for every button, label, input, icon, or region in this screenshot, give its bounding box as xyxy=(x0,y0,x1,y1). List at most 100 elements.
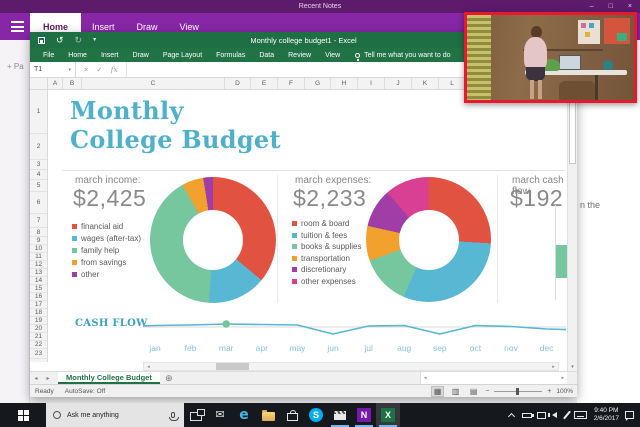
zoom-slider[interactable] xyxy=(494,387,542,396)
column-header-E[interactable]: E xyxy=(251,78,278,89)
redo-icon[interactable]: ↻ xyxy=(75,36,83,45)
column-header-C[interactable]: C xyxy=(82,78,225,89)
excel-button[interactable]: X xyxy=(376,403,400,427)
vertical-scrollbar[interactable] xyxy=(567,90,577,362)
volume-button[interactable] xyxy=(549,403,561,427)
minimize-icon[interactable]: – xyxy=(590,3,594,10)
page-layout-view-icon[interactable]: ▥ xyxy=(449,386,462,397)
column-header-L[interactable]: L xyxy=(439,78,466,89)
file-explorer-button[interactable] xyxy=(256,403,280,427)
start-button[interactable] xyxy=(0,403,46,427)
sheet-canvas[interactable]: Monthly College Budget march income: $2,… xyxy=(48,90,567,362)
sheet-tab[interactable]: Monthly College Budget xyxy=(58,372,160,384)
add-sheet-icon[interactable]: ⊕ xyxy=(160,372,178,384)
ribbon-tab-review[interactable]: Review xyxy=(281,52,318,59)
zoom-slider-thumb[interactable] xyxy=(516,388,519,395)
column-header-A[interactable]: A xyxy=(48,78,63,89)
expenses-donut-chart[interactable] xyxy=(366,177,491,302)
row-header-1[interactable]: 1 xyxy=(30,90,47,134)
column-header-J[interactable]: J xyxy=(385,78,412,89)
row-header-13[interactable]: 13 xyxy=(30,269,47,277)
row-header-22[interactable]: 22 xyxy=(30,341,47,349)
qat-dropdown-icon[interactable]: ▾ xyxy=(93,37,96,43)
display-button[interactable] xyxy=(535,403,549,427)
microphone-icon[interactable] xyxy=(171,412,175,418)
hscroll-right-icon[interactable]: ▸ xyxy=(561,375,564,381)
chart-scrollbar-track[interactable] xyxy=(153,363,549,370)
row-header-15[interactable]: 15 xyxy=(30,285,47,293)
save-icon[interactable] xyxy=(38,37,45,44)
row-header-2[interactable]: 2 xyxy=(30,134,47,160)
sheet-nav-right-icon[interactable]: ▸ xyxy=(42,372,54,384)
onenote-button[interactable]: N xyxy=(352,403,376,427)
clock[interactable]: 9:40 PM 2/6/2017 xyxy=(589,407,624,423)
row-header-21[interactable]: 21 xyxy=(30,333,47,341)
name-box-dropdown-icon[interactable]: ▾ xyxy=(68,67,71,73)
status-autosave[interactable]: AutoSave: Off xyxy=(65,388,105,395)
store-button[interactable] xyxy=(280,403,304,427)
row-header-12[interactable]: 12 xyxy=(30,261,47,269)
income-donut-chart[interactable] xyxy=(150,177,276,303)
row-header-14[interactable]: 14 xyxy=(30,277,47,285)
column-header-H[interactable]: H xyxy=(331,78,358,89)
touch-keyboard-button[interactable] xyxy=(573,403,589,427)
cancel-icon[interactable]: × xyxy=(84,65,88,74)
tray-expand-button[interactable] xyxy=(505,403,519,427)
ribbon-tab-insert[interactable]: Insert xyxy=(94,52,126,59)
select-all-corner[interactable] xyxy=(30,78,48,89)
column-header-B[interactable]: B xyxy=(63,78,82,89)
row-header-8[interactable]: 8 xyxy=(30,228,47,237)
sheet-nav-left-icon[interactable]: ◂ xyxy=(30,372,42,384)
column-header-D[interactable]: D xyxy=(225,78,251,89)
row-header-18[interactable]: 18 xyxy=(30,309,47,317)
horizontal-scrollbar[interactable]: ◂ ▸ xyxy=(420,372,567,384)
edge-button[interactable]: e xyxy=(232,403,256,427)
undo-icon[interactable]: ↺ xyxy=(56,36,64,45)
row-header-17[interactable]: 17 xyxy=(30,301,47,309)
scroll-right-icon[interactable]: ▸ xyxy=(549,363,558,370)
row-header-7[interactable]: 7 xyxy=(30,214,47,228)
row-header-19[interactable]: 19 xyxy=(30,317,47,325)
insert-function-icon[interactable]: fx xyxy=(111,65,118,74)
ribbon-tab-view[interactable]: View xyxy=(318,52,347,59)
column-header-F[interactable]: F xyxy=(278,78,305,89)
chart-scrollbar[interactable]: ◂ ▸ xyxy=(143,362,559,371)
name-box[interactable]: T1 ▾ xyxy=(30,62,76,77)
row-header-9[interactable]: 9 xyxy=(30,237,47,245)
ribbon-tab-file[interactable]: File xyxy=(36,52,61,59)
zoom-out-icon[interactable]: − xyxy=(485,388,489,395)
pen-settings-button[interactable] xyxy=(561,403,573,427)
row-header-23[interactable]: 23 xyxy=(30,349,47,359)
column-header-I[interactable]: I xyxy=(358,78,385,89)
battery-button[interactable] xyxy=(519,403,535,427)
cortana-search-box[interactable]: Ask me anything xyxy=(46,403,184,427)
row-header-10[interactable]: 10 xyxy=(30,245,47,253)
task-view-button[interactable] xyxy=(184,403,208,427)
close-icon[interactable]: × xyxy=(628,3,632,10)
row-header-16[interactable]: 16 xyxy=(30,293,47,301)
row-header-3[interactable]: 3 xyxy=(30,160,47,170)
movies-tv-button[interactable] xyxy=(328,403,352,427)
ribbon-tab-draw[interactable]: Draw xyxy=(125,52,155,59)
ribbon-tab-page-layout[interactable]: Page Layout xyxy=(156,52,209,59)
ribbon-tab-home[interactable]: Home xyxy=(61,52,94,59)
maximize-icon[interactable]: □ xyxy=(609,3,613,10)
tell-me-box[interactable]: Tell me what you want to do xyxy=(355,52,450,59)
ribbon-tab-data[interactable]: Data xyxy=(252,52,281,59)
row-header-11[interactable]: 11 xyxy=(30,253,47,261)
mail-button[interactable]: ✉ xyxy=(208,403,232,427)
action-center-button[interactable] xyxy=(624,403,640,427)
hamburger-menu-icon[interactable] xyxy=(0,13,30,40)
row-header-5[interactable]: 5 xyxy=(30,180,47,192)
scroll-left-icon[interactable]: ◂ xyxy=(144,363,153,370)
skype-button[interactable]: S xyxy=(304,403,328,427)
column-header-G[interactable]: G xyxy=(305,78,331,89)
column-header-K[interactable]: K xyxy=(412,78,439,89)
ribbon-tab-formulas[interactable]: Formulas xyxy=(209,52,252,59)
chart-scrollbar-thumb[interactable] xyxy=(216,363,249,370)
hscroll-left-icon[interactable]: ◂ xyxy=(424,375,427,381)
zoom-level[interactable]: 100% xyxy=(556,388,573,395)
video-overlay[interactable] xyxy=(464,12,637,103)
page-break-view-icon[interactable]: ▤ xyxy=(467,386,480,397)
normal-view-icon[interactable]: ▦ xyxy=(431,386,444,397)
